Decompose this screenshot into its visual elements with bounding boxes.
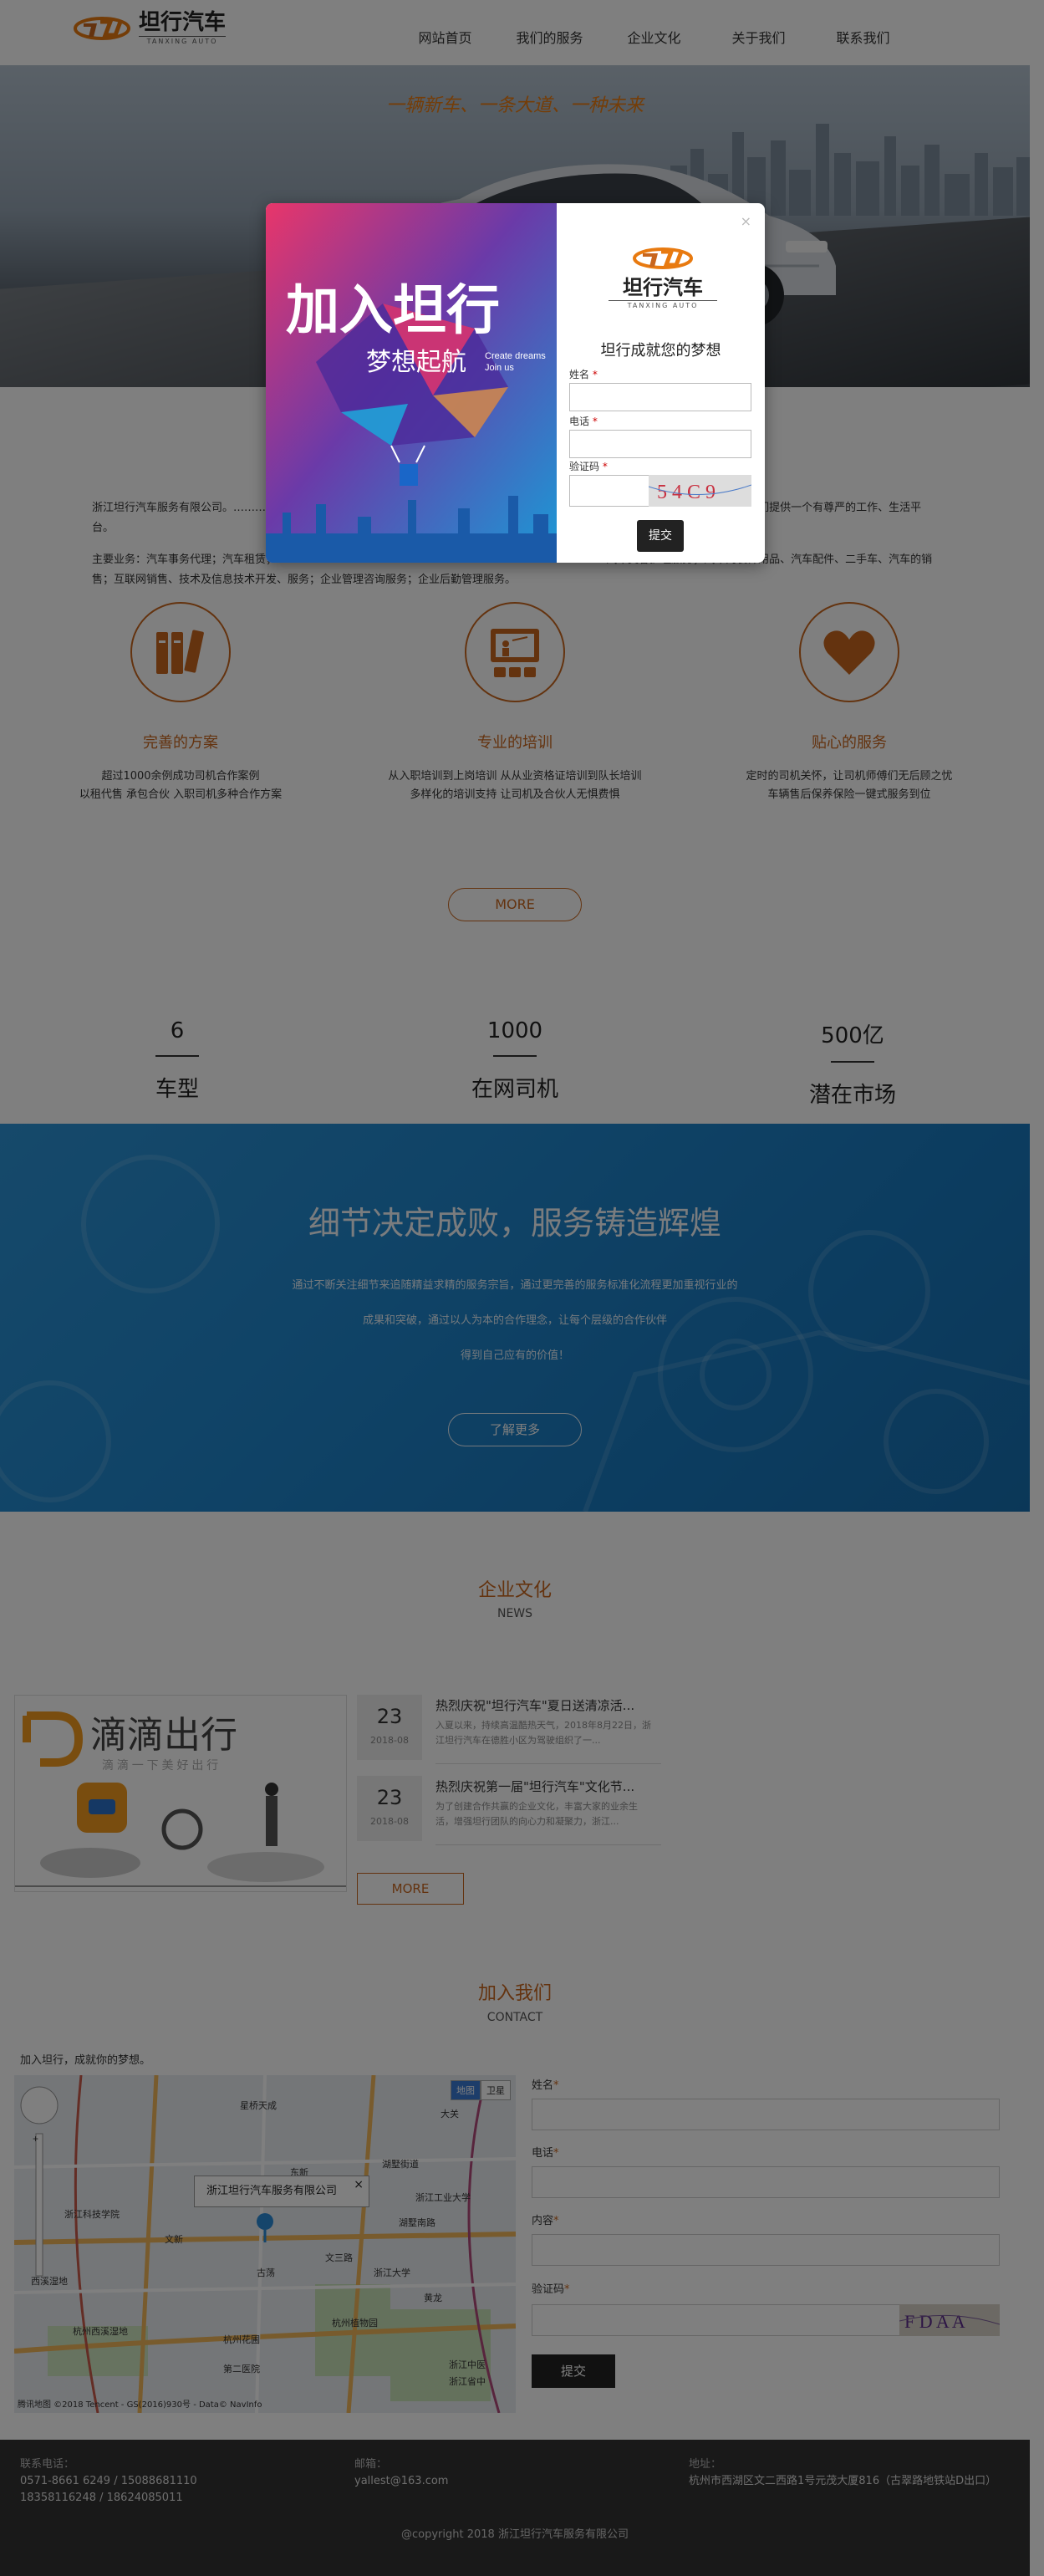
modal-captcha-label: 验证码 * [569,459,608,473]
modal-name-input[interactable] [569,383,751,411]
modal-phone-label: 电话 * [569,414,598,428]
tx-logo-icon [633,247,693,269]
required-mark: * [592,416,598,427]
modal-brand-en: TANXING AUTO [609,300,717,309]
page: 坦行汽车 TANXING AUTO 网站首页 我们的服务 企业文化 关于我们 联… [0,0,1044,2576]
captcha-text: 5 4 C 9 [657,482,716,503]
field-label: 电话 [569,416,590,427]
modal-balloon-image: 加入坦行 梦想起航 Create dreams Join us [266,203,557,563]
balloon-illustration: 加入坦行 梦想起航 Create dreams Join us [266,203,557,563]
field-label: 验证码 [569,461,600,472]
modal-title: 坦行成就您的梦想 [600,342,721,360]
modal-logo: 坦行汽车 TANXING AUTO [600,243,726,309]
required-mark: * [592,369,598,380]
modal-art-en: Create dreams [485,351,546,361]
close-icon[interactable]: × [741,213,751,229]
field-label: 姓名 [569,369,590,380]
join-modal: 加入坦行 梦想起航 Create dreams Join us × 坦行汽车 T… [266,203,765,563]
modal-art-title: 加入坦行 [286,279,500,342]
modal-brand: 坦行汽车 [623,276,703,299]
modal-captcha-image[interactable]: 5 4 C 9 [648,475,752,507]
modal-art-subtitle: 梦想起航 [366,348,466,377]
modal-name-label: 姓名 * [569,367,598,381]
required-mark: * [602,461,608,472]
modal-art-en: Join us [485,363,514,373]
captcha-graphic: 5 4 C 9 [648,482,752,503]
modal-submit-button[interactable]: 提交 [637,520,684,552]
modal-phone-input[interactable] [569,430,751,458]
